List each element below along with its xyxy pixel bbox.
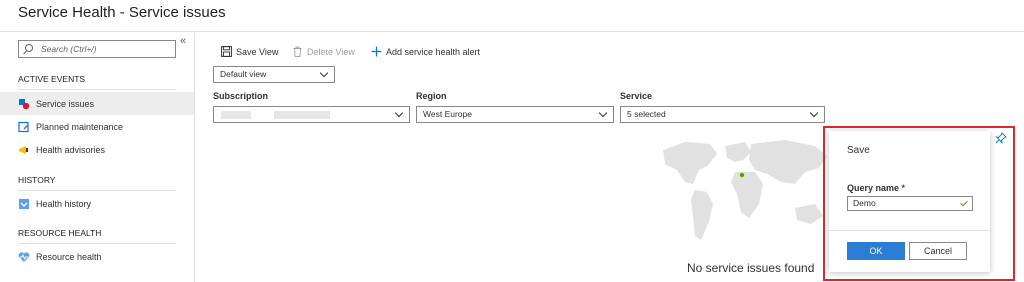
world-map bbox=[663, 140, 827, 240]
dialog-divider bbox=[829, 230, 990, 231]
region-label: Region bbox=[416, 91, 447, 101]
query-name-value: Demo bbox=[853, 198, 876, 208]
subscription-select[interactable] bbox=[213, 106, 410, 123]
cancel-button[interactable]: Cancel bbox=[909, 242, 967, 260]
map-marker bbox=[739, 172, 745, 178]
redacted-text bbox=[274, 111, 330, 119]
checkmark-icon bbox=[960, 198, 968, 207]
divider bbox=[18, 243, 176, 244]
search-input[interactable] bbox=[41, 43, 171, 55]
query-name-label: Query name * bbox=[847, 183, 905, 193]
service-issues-icon bbox=[18, 98, 30, 110]
service-select[interactable]: 5 selected bbox=[620, 106, 825, 123]
service-value: 5 selected bbox=[627, 109, 666, 119]
sidebar-item-label: Resource health bbox=[36, 251, 102, 262]
save-icon bbox=[221, 46, 232, 57]
chevron-down-icon bbox=[319, 68, 329, 78]
section-title-resource-health: RESOURCE HEALTH bbox=[18, 228, 102, 238]
sidebar-item-label: Planned maintenance bbox=[36, 121, 124, 132]
delete-view-label: Delete View bbox=[307, 46, 355, 57]
section-title-history: HISTORY bbox=[18, 175, 56, 185]
divider bbox=[18, 89, 176, 90]
sidebar-item-label: Health history bbox=[36, 198, 92, 209]
sidebar-item-health-history[interactable]: Health history bbox=[0, 192, 194, 215]
delete-view-button[interactable]: Delete View bbox=[292, 46, 355, 57]
health-history-icon bbox=[18, 198, 30, 210]
service-label: Service bbox=[620, 91, 653, 101]
query-name-label-text: Query name bbox=[847, 183, 900, 193]
ok-button[interactable]: OK bbox=[847, 242, 905, 260]
page-title: Service Health - Service issues bbox=[18, 4, 226, 21]
search-box[interactable] bbox=[18, 40, 176, 58]
health-advisories-icon bbox=[18, 144, 30, 156]
dialog-title: Save bbox=[847, 145, 870, 156]
trash-icon bbox=[292, 46, 303, 57]
sidebar-item-health-advisories[interactable]: Health advisories bbox=[0, 138, 194, 161]
resource-health-icon bbox=[18, 251, 30, 263]
add-alert-label: Add service health alert bbox=[386, 46, 481, 57]
subscription-label: Subscription bbox=[213, 91, 269, 101]
sidebar-item-resource-health[interactable]: Resource health bbox=[0, 245, 194, 268]
region-value: West Europe bbox=[423, 109, 472, 119]
sidebar-item-planned-maintenance[interactable]: Planned maintenance bbox=[0, 115, 194, 138]
query-name-input[interactable]: Demo bbox=[847, 196, 973, 211]
search-icon bbox=[25, 44, 33, 52]
no-service-issues-message: No service issues found bbox=[687, 261, 815, 275]
title-bar: Service Health - Service issues bbox=[0, 0, 1024, 32]
sidebar-item-label: Health advisories bbox=[36, 144, 106, 155]
section-title-active-events: ACTIVE EVENTS bbox=[18, 74, 86, 84]
sidebar-item-service-issues[interactable]: Service issues bbox=[0, 92, 194, 115]
save-view-button[interactable]: Save View bbox=[221, 46, 278, 57]
plus-icon bbox=[371, 46, 382, 57]
view-select[interactable]: Default view bbox=[213, 66, 335, 83]
divider bbox=[18, 190, 176, 191]
save-dialog: Save Query name * Demo OK Cancel bbox=[829, 131, 990, 272]
collapse-sidebar-icon[interactable]: « bbox=[180, 35, 186, 47]
chevron-down-icon bbox=[809, 108, 819, 118]
chevron-down-icon bbox=[598, 108, 608, 118]
sidebar-item-label: Service issues bbox=[36, 98, 95, 109]
chevron-down-icon bbox=[394, 108, 404, 118]
sidebar: « ACTIVE EVENTS Service issues Planned m… bbox=[0, 33, 195, 282]
redacted-text bbox=[221, 111, 251, 119]
required-indicator: * bbox=[901, 183, 906, 193]
region-select[interactable]: West Europe bbox=[416, 106, 614, 123]
add-service-health-alert-button[interactable]: Add service health alert bbox=[371, 46, 480, 57]
planned-maintenance-icon bbox=[18, 121, 30, 133]
pin-icon[interactable] bbox=[995, 132, 1007, 144]
save-view-label: Save View bbox=[236, 46, 279, 57]
view-select-value: Default view bbox=[220, 69, 267, 79]
